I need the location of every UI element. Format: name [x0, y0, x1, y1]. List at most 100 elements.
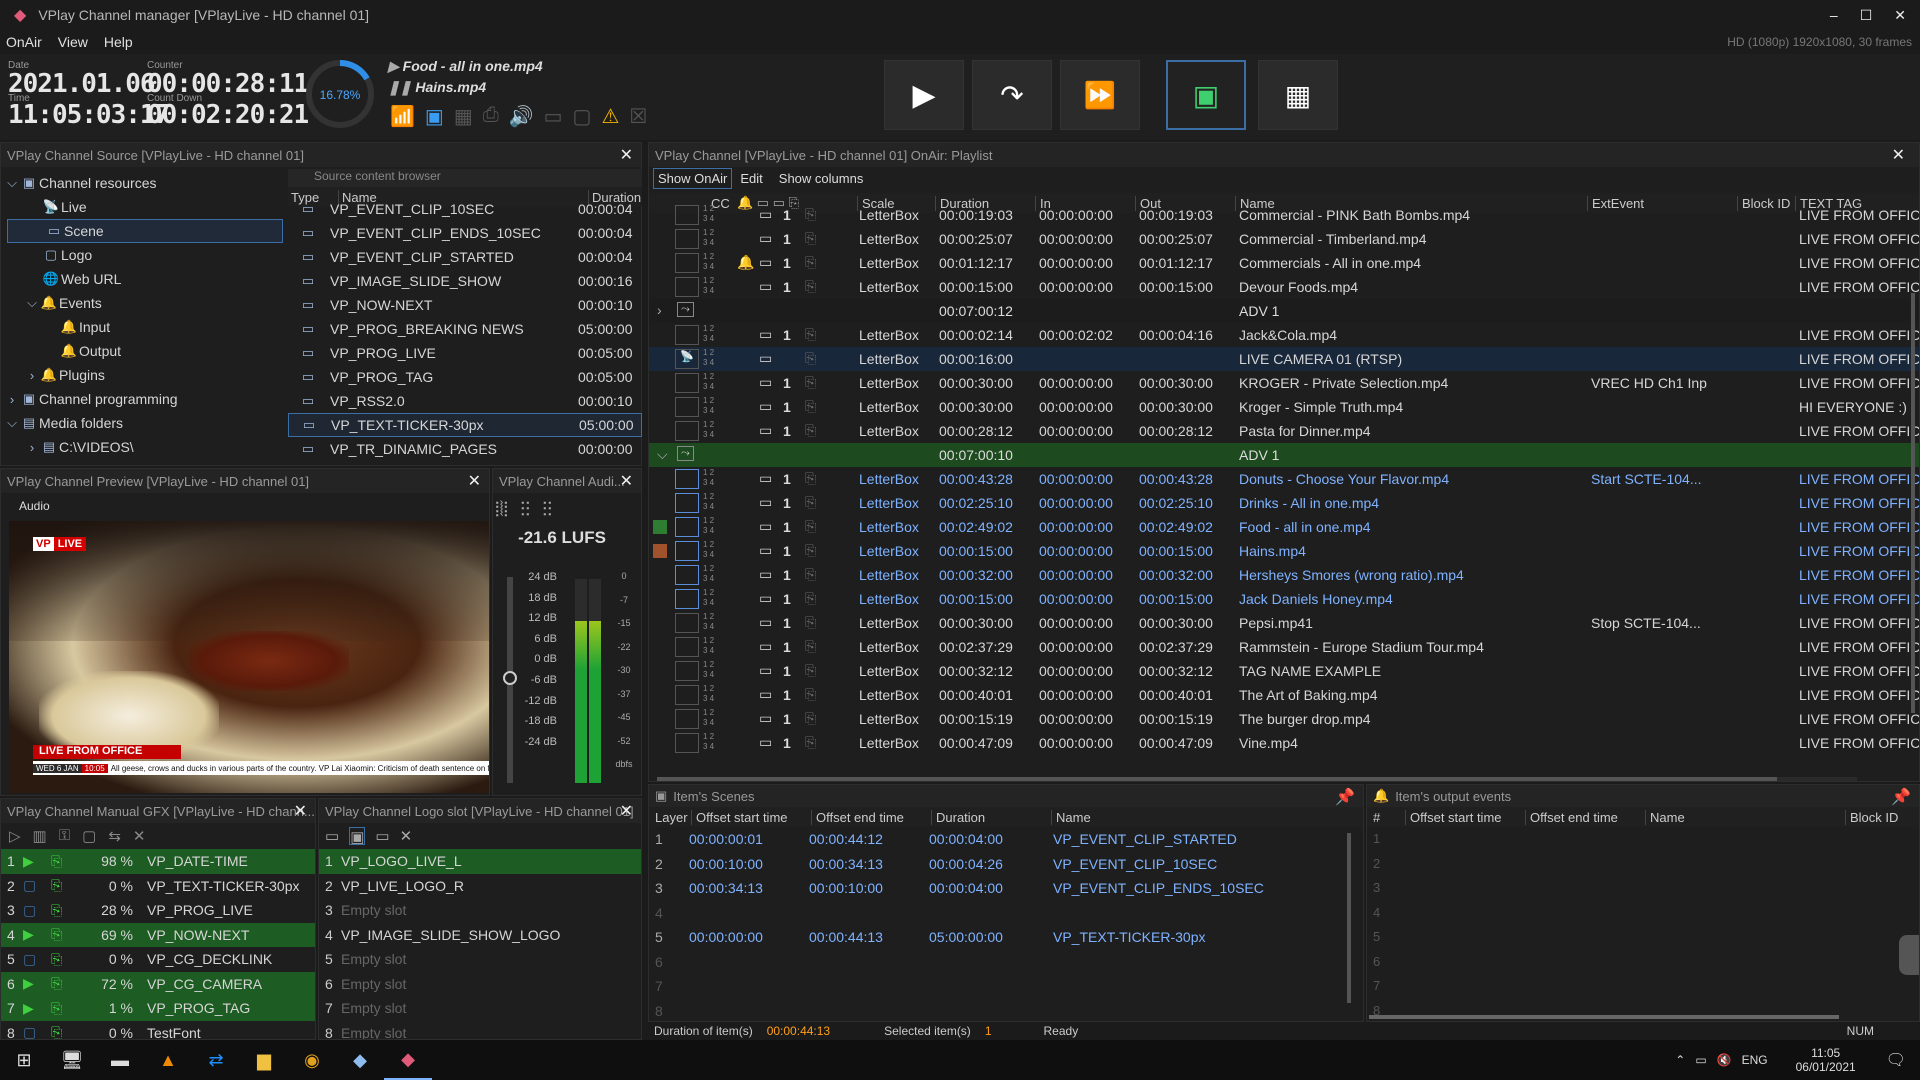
events-hscroll[interactable] [1369, 1015, 1839, 1019]
playlist-row[interactable]: 1 23 4 ▭ 1 ⎘ LetterBox 00:02:25:10 00:00:00:00… [649, 491, 1919, 515]
playlist-row[interactable]: 1 23 4 ▭ 1 ⎘ LetterBox 00:00:02:14 00:00:02:02… [649, 323, 1919, 347]
event-row[interactable]: 4 [1367, 901, 1919, 926]
playlist-row[interactable]: 1 23 4 ▭ 1 ⎘ LetterBox 00:00:25:07 00:00:00:00… [649, 227, 1919, 251]
scene-row[interactable]: 2 00:00:10:00 00:00:34:13 00:00:04:26 VP_EVE… [649, 852, 1363, 877]
gfx-close-icon[interactable]: ✕ [294, 801, 307, 821]
tray-clock[interactable]: 11:05 06/01/2021 [1796, 1046, 1856, 1074]
gfx-stop-icon[interactable]: ▢ [23, 951, 51, 968]
tab-edit[interactable]: Edit [732, 169, 770, 188]
scene-row[interactable]: 6 [649, 950, 1363, 975]
gfx-row[interactable]: 5 ▢ ⎘ 0 % VP_CG_DECKLINK [1, 947, 315, 972]
minimize-button[interactable]: – [1830, 7, 1838, 24]
taskbar-chrome-icon[interactable]: ◉ [288, 1040, 336, 1080]
menu-help[interactable]: Help [96, 34, 141, 50]
logo-row[interactable]: 3 Empty slot [319, 898, 641, 923]
start-button[interactable]: ⊞ [0, 1040, 48, 1080]
col-num[interactable]: # [1373, 810, 1380, 825]
gfx-row[interactable]: 7 ▶ ⎘ 1 % VP_PROG_TAG [1, 996, 315, 1021]
col-offset-start[interactable]: Offset start time [691, 809, 788, 825]
col-ev-start[interactable]: Offset start time [1405, 809, 1502, 825]
waveform-icon[interactable]: ⦙⦚⦙ [495, 499, 508, 522]
logo-screen-icon[interactable]: ▭ [375, 827, 389, 845]
playlist-block-row[interactable]: ⌵ ⤳ 00:07:00:10 ADV 1 [649, 443, 1919, 467]
playlist-hscroll[interactable] [657, 777, 1857, 781]
col-scene-name[interactable]: Name [1051, 809, 1091, 825]
taskbar-teamviewer-icon[interactable]: ⇄ [192, 1040, 240, 1080]
close-button[interactable]: ✕ [1894, 7, 1906, 24]
col-offset-end[interactable]: Offset end time [811, 809, 904, 825]
events-pin-icon[interactable]: 📌 [1891, 787, 1911, 807]
taskbar-app-1-icon[interactable]: 🖥 [48, 1040, 96, 1080]
next-button[interactable]: ↷ [972, 60, 1052, 130]
gfx-stop-icon[interactable]: ▢ [23, 877, 51, 894]
scene-row[interactable]: 1 00:00:00:01 00:00:44:12 00:00:04:00 VP_EVE… [649, 827, 1363, 852]
menu-view[interactable]: View [50, 34, 96, 50]
playlist-row[interactable]: 1 23 4 ▭ 1 ⎘ LetterBox 00:02:49:02 00:00:00:00… [649, 515, 1919, 539]
gfx-toggle-icon[interactable]: ⎘ [51, 951, 91, 968]
scenes-pin-icon[interactable]: 📌 [1335, 787, 1355, 807]
source-item[interactable]: ▭ VP_PROG_LIVE 00:05:00 [288, 341, 642, 365]
collapse-icon[interactable]: ⌵ [657, 446, 668, 463]
gfx-swap-icon[interactable]: ⇆ [108, 827, 121, 845]
playlist-row[interactable]: 1 23 4 ▭ 1 ⎘ LetterBox 00:00:19:03 00:00:00:00… [649, 203, 1919, 227]
playlist-row[interactable]: 1 23 4 ▭ 1 ⎘ LetterBox 00:00:30:00 00:00:00:00… [649, 371, 1919, 395]
source-item[interactable]: ▭ VP_IMAGE_SLIDE_SHOW 00:00:16 [288, 269, 642, 293]
tree-logo[interactable]: Logo [61, 247, 92, 263]
event-row[interactable]: 1 [1367, 827, 1919, 852]
gfx-row[interactable]: 8 ▢ ⎘ 0 % TestFont [1, 1021, 315, 1039]
event-row[interactable]: 7 [1367, 974, 1919, 999]
tree-output[interactable]: Output [79, 343, 121, 359]
side-tab[interactable] [1899, 935, 1919, 975]
gfx-play-icon[interactable]: ▶ [23, 853, 51, 870]
scene-row[interactable]: 8 [649, 999, 1363, 1022]
source-item[interactable]: ▭ VP_RSS2.0 00:00:10 [288, 389, 642, 413]
scenes-vscroll[interactable] [1347, 833, 1351, 1003]
playlist-row[interactable]: 1 23 4 ▭ 1 ⎘ LetterBox 00:00:40:01 00:00:00:00… [649, 683, 1919, 707]
gfx-play-icon[interactable]: ▶ [23, 1000, 51, 1017]
maximize-button[interactable]: ☐ [1860, 7, 1873, 24]
tree-web-url[interactable]: Web URL [61, 271, 121, 287]
logo-row[interactable]: 7 Empty slot [319, 996, 641, 1021]
tree-channel-programming[interactable]: Channel programming [39, 391, 178, 407]
gain-slider-handle[interactable] [503, 671, 517, 685]
col-ev-block-id[interactable]: Block ID [1845, 809, 1898, 825]
gfx-row[interactable]: 6 ▶ ⎘ 72 % VP_CG_CAMERA [1, 971, 315, 996]
notifications-icon[interactable]: 🗨 [1886, 1050, 1906, 1070]
playlist-row[interactable]: 1 23 4 ▭ 1 ⎘ LetterBox 00:00:30:00 00:00:00:00… [649, 395, 1919, 419]
gfx-row[interactable]: 2 ▢ ⎘ 0 % VP_TEXT-TICKER-30px [1, 874, 315, 899]
tree-videos-folder[interactable]: C:\VIDEOS\ [59, 439, 134, 455]
playlist-row[interactable]: 1 23 4 ▭ 1 ⎘ LetterBox 00:00:28:12 00:00:00:00… [649, 419, 1919, 443]
gfx-play-icon[interactable]: ▶ [23, 926, 51, 943]
playlist-mode-button[interactable]: ▣ [1166, 60, 1246, 130]
col-ev-name[interactable]: Name [1645, 809, 1685, 825]
col-ev-end[interactable]: Offset end time [1525, 809, 1618, 825]
taskbar-vlc-icon[interactable]: ▲ [144, 1040, 192, 1080]
gfx-toggle-icon[interactable]: ⎘ [51, 877, 91, 894]
gfx-toggle-icon[interactable]: ⎘ [51, 975, 91, 992]
playlist-row[interactable]: 1 23 4 🔔 ▭ 1 ⎘ LetterBox 00:01:12:17 00:00:00:0… [649, 251, 1919, 275]
eq-icon[interactable]: ⫶⫶ [542, 499, 552, 522]
playlist-row[interactable]: 1 23 4 ▭ 1 ⎘ LetterBox 00:00:32:12 00:00:00:00… [649, 659, 1919, 683]
playlist-row[interactable]: 1 23 4 ▭ 1 ⎘ LetterBox 00:00:47:09 00:00:00:00… [649, 731, 1919, 755]
scene-row[interactable]: 5 00:00:00:00 00:00:44:13 05:00:00:00 VP_TEX… [649, 925, 1363, 950]
gfx-toggle-icon[interactable]: ⎘ [51, 1000, 91, 1017]
tree-media-folders[interactable]: Media folders [39, 415, 123, 431]
grid-mode-button[interactable]: ▦ [1258, 60, 1338, 130]
taskbar-vplay-1-icon[interactable]: ◆ [336, 1040, 384, 1080]
gfx-row[interactable]: 3 ▢ ⎘ 28 % VP_PROG_LIVE [1, 898, 315, 923]
playlist-vscroll[interactable] [1911, 293, 1915, 713]
play-button[interactable]: ▶ [884, 60, 964, 130]
gfx-row[interactable]: 4 ▶ ⎘ 69 % VP_NOW-NEXT [1, 922, 315, 947]
playlist-row[interactable]: 1 23 4 ▭ 1 ⎘ LetterBox 00:00:15:19 00:00:00:00… [649, 707, 1919, 731]
source-item[interactable]: ▭ VP_EVENT_CLIP_10SEC 00:00:04 [288, 197, 642, 221]
gfx-toggle-icon[interactable]: ⎘ [51, 853, 91, 870]
taskbar-terminal-icon[interactable]: ▬ [96, 1040, 144, 1080]
logo-row[interactable]: 8 Empty slot [319, 1021, 641, 1039]
tray-chevron-icon[interactable]: ⌃ [1675, 1053, 1685, 1067]
event-row[interactable]: 5 [1367, 925, 1919, 950]
scene-row[interactable]: 4 [649, 901, 1363, 926]
scene-row[interactable]: 3 00:00:34:13 00:00:10:00 00:00:04:00 VP_EVE… [649, 876, 1363, 901]
logo-clear-icon[interactable]: ✕ [400, 827, 413, 845]
tray-volume-icon[interactable]: 🔇 [1717, 1053, 1732, 1067]
source-item[interactable]: ▭ VP_PROG_TAG 00:05:00 [288, 365, 642, 389]
